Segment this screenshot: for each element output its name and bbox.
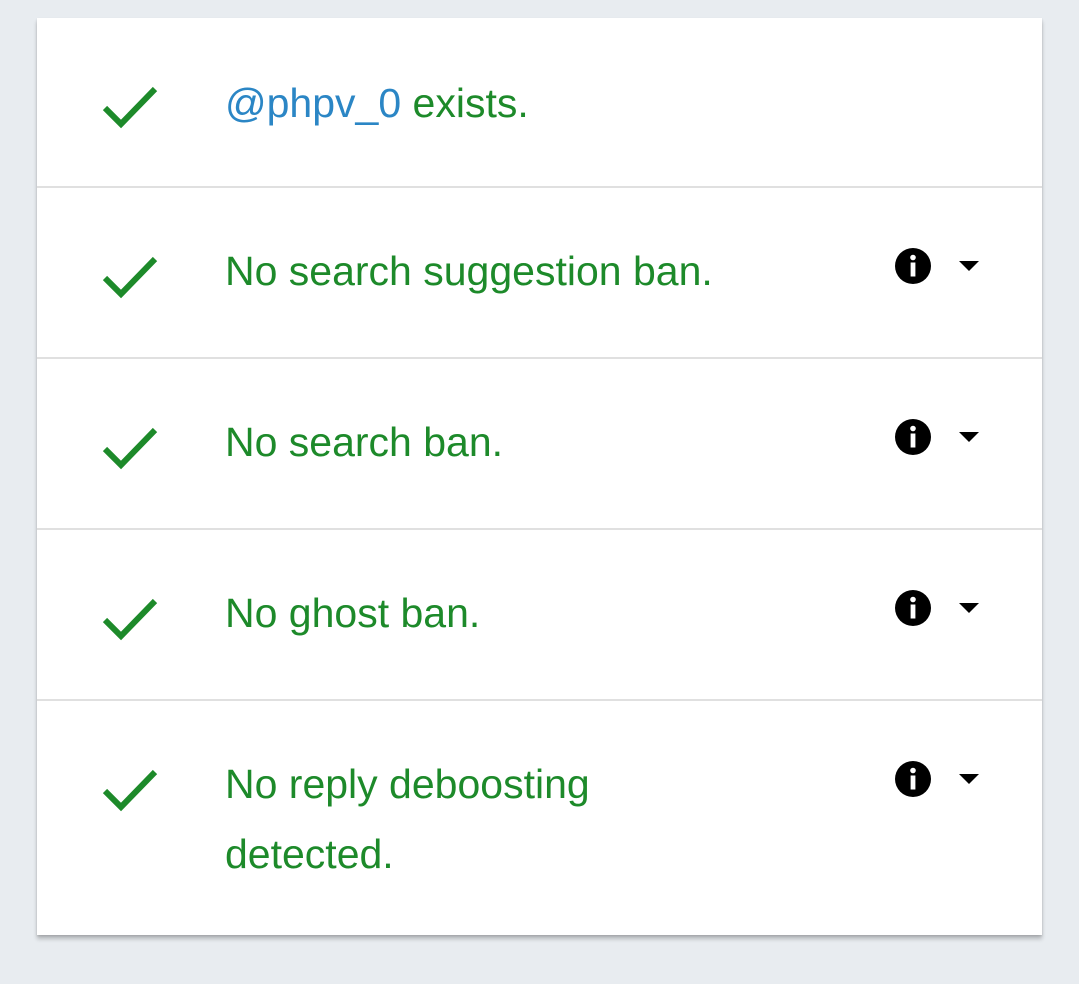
result-row-search-suggestion-ban: No search suggestion ban. xyxy=(37,188,1042,359)
exists-label: exists. xyxy=(401,80,529,126)
result-row-account-exists: @phpv_0 exists. xyxy=(37,18,1042,188)
info-icon[interactable] xyxy=(894,589,932,627)
info-icon[interactable] xyxy=(894,247,932,285)
result-row-reply-deboosting: No reply deboosting detected. xyxy=(37,701,1042,935)
result-text: No search suggestion ban. xyxy=(225,248,713,294)
result-row-ghost-ban: No ghost ban. xyxy=(37,530,1042,701)
caret-down-icon[interactable] xyxy=(957,259,981,273)
handle-link[interactable]: @phpv_0 xyxy=(225,80,401,126)
result-text: No search ban. xyxy=(225,419,504,465)
check-icon xyxy=(102,86,158,129)
check-icon xyxy=(102,769,158,812)
caret-down-icon[interactable] xyxy=(957,772,981,786)
result-text: @phpv_0 exists. xyxy=(225,68,785,138)
caret-down-icon[interactable] xyxy=(957,430,981,444)
caret-down-icon[interactable] xyxy=(957,601,981,615)
info-icon[interactable] xyxy=(894,418,932,456)
result-text: No ghost ban. xyxy=(225,590,481,636)
check-icon xyxy=(102,427,158,470)
check-icon xyxy=(102,598,158,641)
check-icon xyxy=(102,256,158,299)
shadowban-results-card: @phpv_0 exists. No search suggestion ban… xyxy=(37,18,1042,935)
info-icon[interactable] xyxy=(894,760,932,798)
result-row-search-ban: No search ban. xyxy=(37,359,1042,530)
result-text: No reply deboosting detected. xyxy=(225,761,590,877)
